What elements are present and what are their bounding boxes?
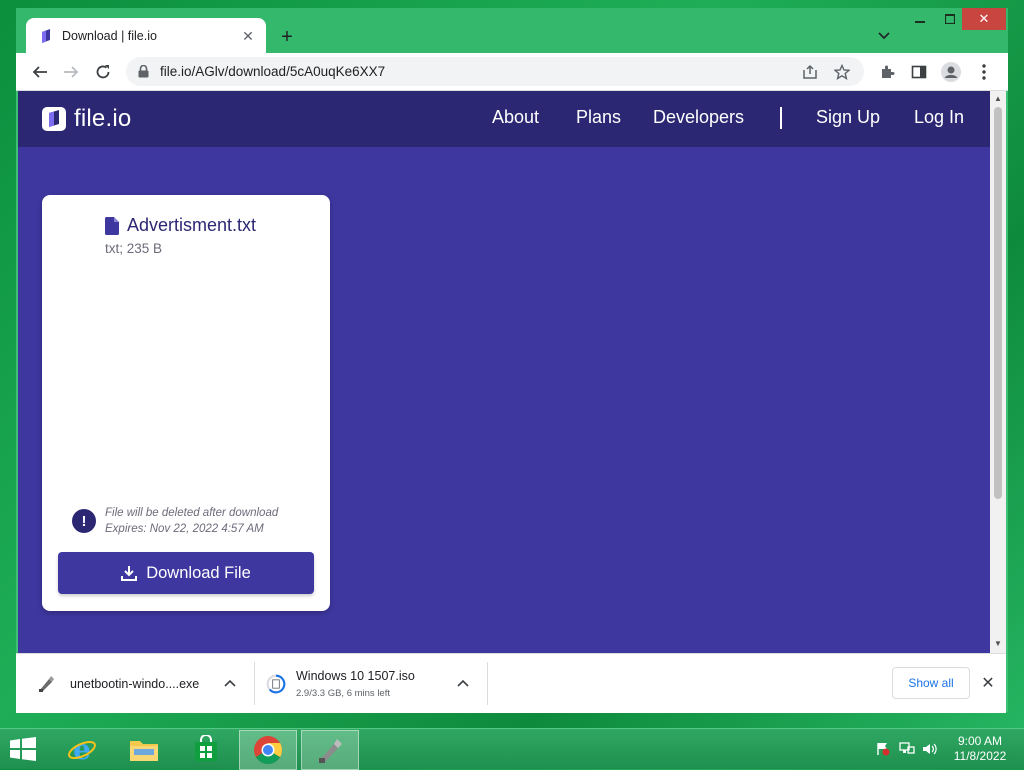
- download-status: 2.9/3.3 GB, 6 mins left: [296, 687, 390, 699]
- scroll-up-icon[interactable]: ▲: [994, 94, 1002, 103]
- shelf-divider: [254, 662, 255, 705]
- nav-log-in[interactable]: Log In: [914, 107, 964, 128]
- executable-file-icon: [36, 674, 56, 694]
- shelf-divider: [487, 662, 488, 705]
- back-icon[interactable]: [28, 60, 52, 84]
- file-card: Advertisment.txt txt; 235 B ! File will …: [42, 195, 330, 611]
- file-title-row: Advertisment.txt: [105, 215, 256, 236]
- taskbar-chrome[interactable]: [239, 730, 297, 770]
- taskbar-unetbootin[interactable]: [301, 730, 359, 770]
- fileio-logo-icon: [42, 107, 66, 131]
- chrome-icon: [254, 736, 282, 764]
- nav-divider: [780, 107, 782, 129]
- file-meta: txt; 235 B: [105, 241, 163, 256]
- taskbar-clock[interactable]: 9:00 AM 11/8/2022: [950, 734, 1010, 764]
- taskbar-store[interactable]: [178, 730, 234, 768]
- clock-date: 11/8/2022: [953, 749, 1007, 763]
- lock-icon[interactable]: [138, 65, 152, 78]
- nav-plans[interactable]: Plans: [576, 107, 621, 128]
- extensions-icon[interactable]: [877, 62, 897, 82]
- download-options-chevron-icon[interactable]: [221, 674, 239, 692]
- url-text[interactable]: file.io/AGlv/download/5cA0uqKe6XX7: [160, 64, 800, 79]
- taskbar: e 9:00 AM 11/8/2022: [0, 728, 1024, 770]
- unetbootin-icon: [319, 739, 342, 763]
- action-center-flag-icon[interactable]: [875, 741, 891, 757]
- download-filename: Windows 10 1507.iso: [296, 668, 415, 683]
- forward-icon[interactable]: [59, 60, 83, 84]
- download-item-windows-iso[interactable]: Windows 10 1507.iso 2.9/3.3 GB, 6 mins l…: [266, 654, 415, 713]
- notice-delete-text: File will be deleted after download: [105, 507, 279, 519]
- tab-title: Download | file.io: [62, 29, 157, 43]
- site-header: file.io About Plans Developers Sign Up L…: [18, 91, 990, 147]
- browser-window: Download | file.io ✕ + ✕ file.io/AGlv/do…: [16, 8, 1008, 713]
- download-options-chevron-icon[interactable]: [454, 674, 472, 692]
- store-icon: [195, 735, 217, 761]
- bookmark-star-icon[interactable]: [832, 62, 852, 82]
- taskbar-internet-explorer[interactable]: e: [54, 730, 110, 768]
- site-logo[interactable]: file.io: [42, 105, 131, 133]
- nav-sign-up[interactable]: Sign Up: [816, 107, 880, 128]
- download-file-button[interactable]: Download File: [58, 552, 314, 594]
- download-progress-icon: [266, 674, 286, 694]
- logo-text: file.io: [74, 105, 132, 132]
- window-close-icon[interactable]: ✕: [962, 8, 1006, 30]
- browser-tab[interactable]: Download | file.io ✕: [26, 18, 266, 54]
- fileio-favicon-icon: [42, 29, 50, 43]
- internet-explorer-icon: e: [68, 734, 96, 764]
- download-shelf: unetbootin-windo....exe Windows 10 1507.…: [16, 653, 1006, 713]
- download-item-unetbootin[interactable]: unetbootin-windo....exe: [36, 654, 199, 713]
- address-bar[interactable]: file.io/AGlv/download/5cA0uqKe6XX7: [126, 57, 864, 86]
- download-file-label: Download File: [146, 563, 251, 582]
- deletion-notice: ! File will be deleted after download Ex…: [72, 505, 278, 537]
- taskbar-file-explorer[interactable]: [116, 730, 172, 768]
- nav-developers[interactable]: Developers: [653, 107, 744, 128]
- scroll-down-icon[interactable]: ▼: [994, 639, 1002, 648]
- menu-kebab-icon[interactable]: [974, 62, 994, 82]
- notice-expires-text: Expires: Nov 22, 2022 4:57 AM: [105, 523, 264, 535]
- side-panel-icon[interactable]: [909, 62, 929, 82]
- profile-avatar-icon[interactable]: [941, 62, 961, 82]
- browser-toolbar: file.io/AGlv/download/5cA0uqKe6XX7: [16, 53, 1008, 91]
- windows-start-icon[interactable]: [8, 737, 38, 761]
- file-icon: [105, 216, 119, 235]
- minimize-icon[interactable]: [904, 8, 936, 30]
- tab-search-icon[interactable]: [874, 26, 894, 46]
- clock-time: 9:00 AM: [957, 734, 1003, 748]
- network-icon[interactable]: [899, 741, 915, 757]
- show-all-button[interactable]: Show all: [892, 667, 970, 699]
- file-name: Advertisment.txt: [127, 215, 257, 235]
- page-scrollbar[interactable]: ▲ ▼: [990, 91, 1006, 653]
- reload-icon[interactable]: [91, 60, 115, 84]
- share-icon[interactable]: [800, 62, 820, 82]
- folder-icon: [130, 741, 158, 761]
- shelf-close-icon[interactable]: ✕: [978, 673, 998, 693]
- nav-about[interactable]: About: [492, 107, 539, 128]
- svg-text:e: e: [73, 734, 91, 764]
- page-viewport: file.io About Plans Developers Sign Up L…: [18, 91, 990, 653]
- tab-close-icon[interactable]: ✕: [238, 26, 258, 46]
- volume-icon[interactable]: [922, 741, 938, 757]
- scrollbar-thumb[interactable]: [994, 107, 1002, 499]
- download-filename: unetbootin-windo....exe: [70, 676, 200, 691]
- alert-icon: !: [72, 509, 96, 533]
- new-tab-icon[interactable]: +: [276, 26, 298, 48]
- title-bar: Download | file.io ✕ + ✕: [16, 8, 1008, 54]
- download-icon: [121, 566, 138, 581]
